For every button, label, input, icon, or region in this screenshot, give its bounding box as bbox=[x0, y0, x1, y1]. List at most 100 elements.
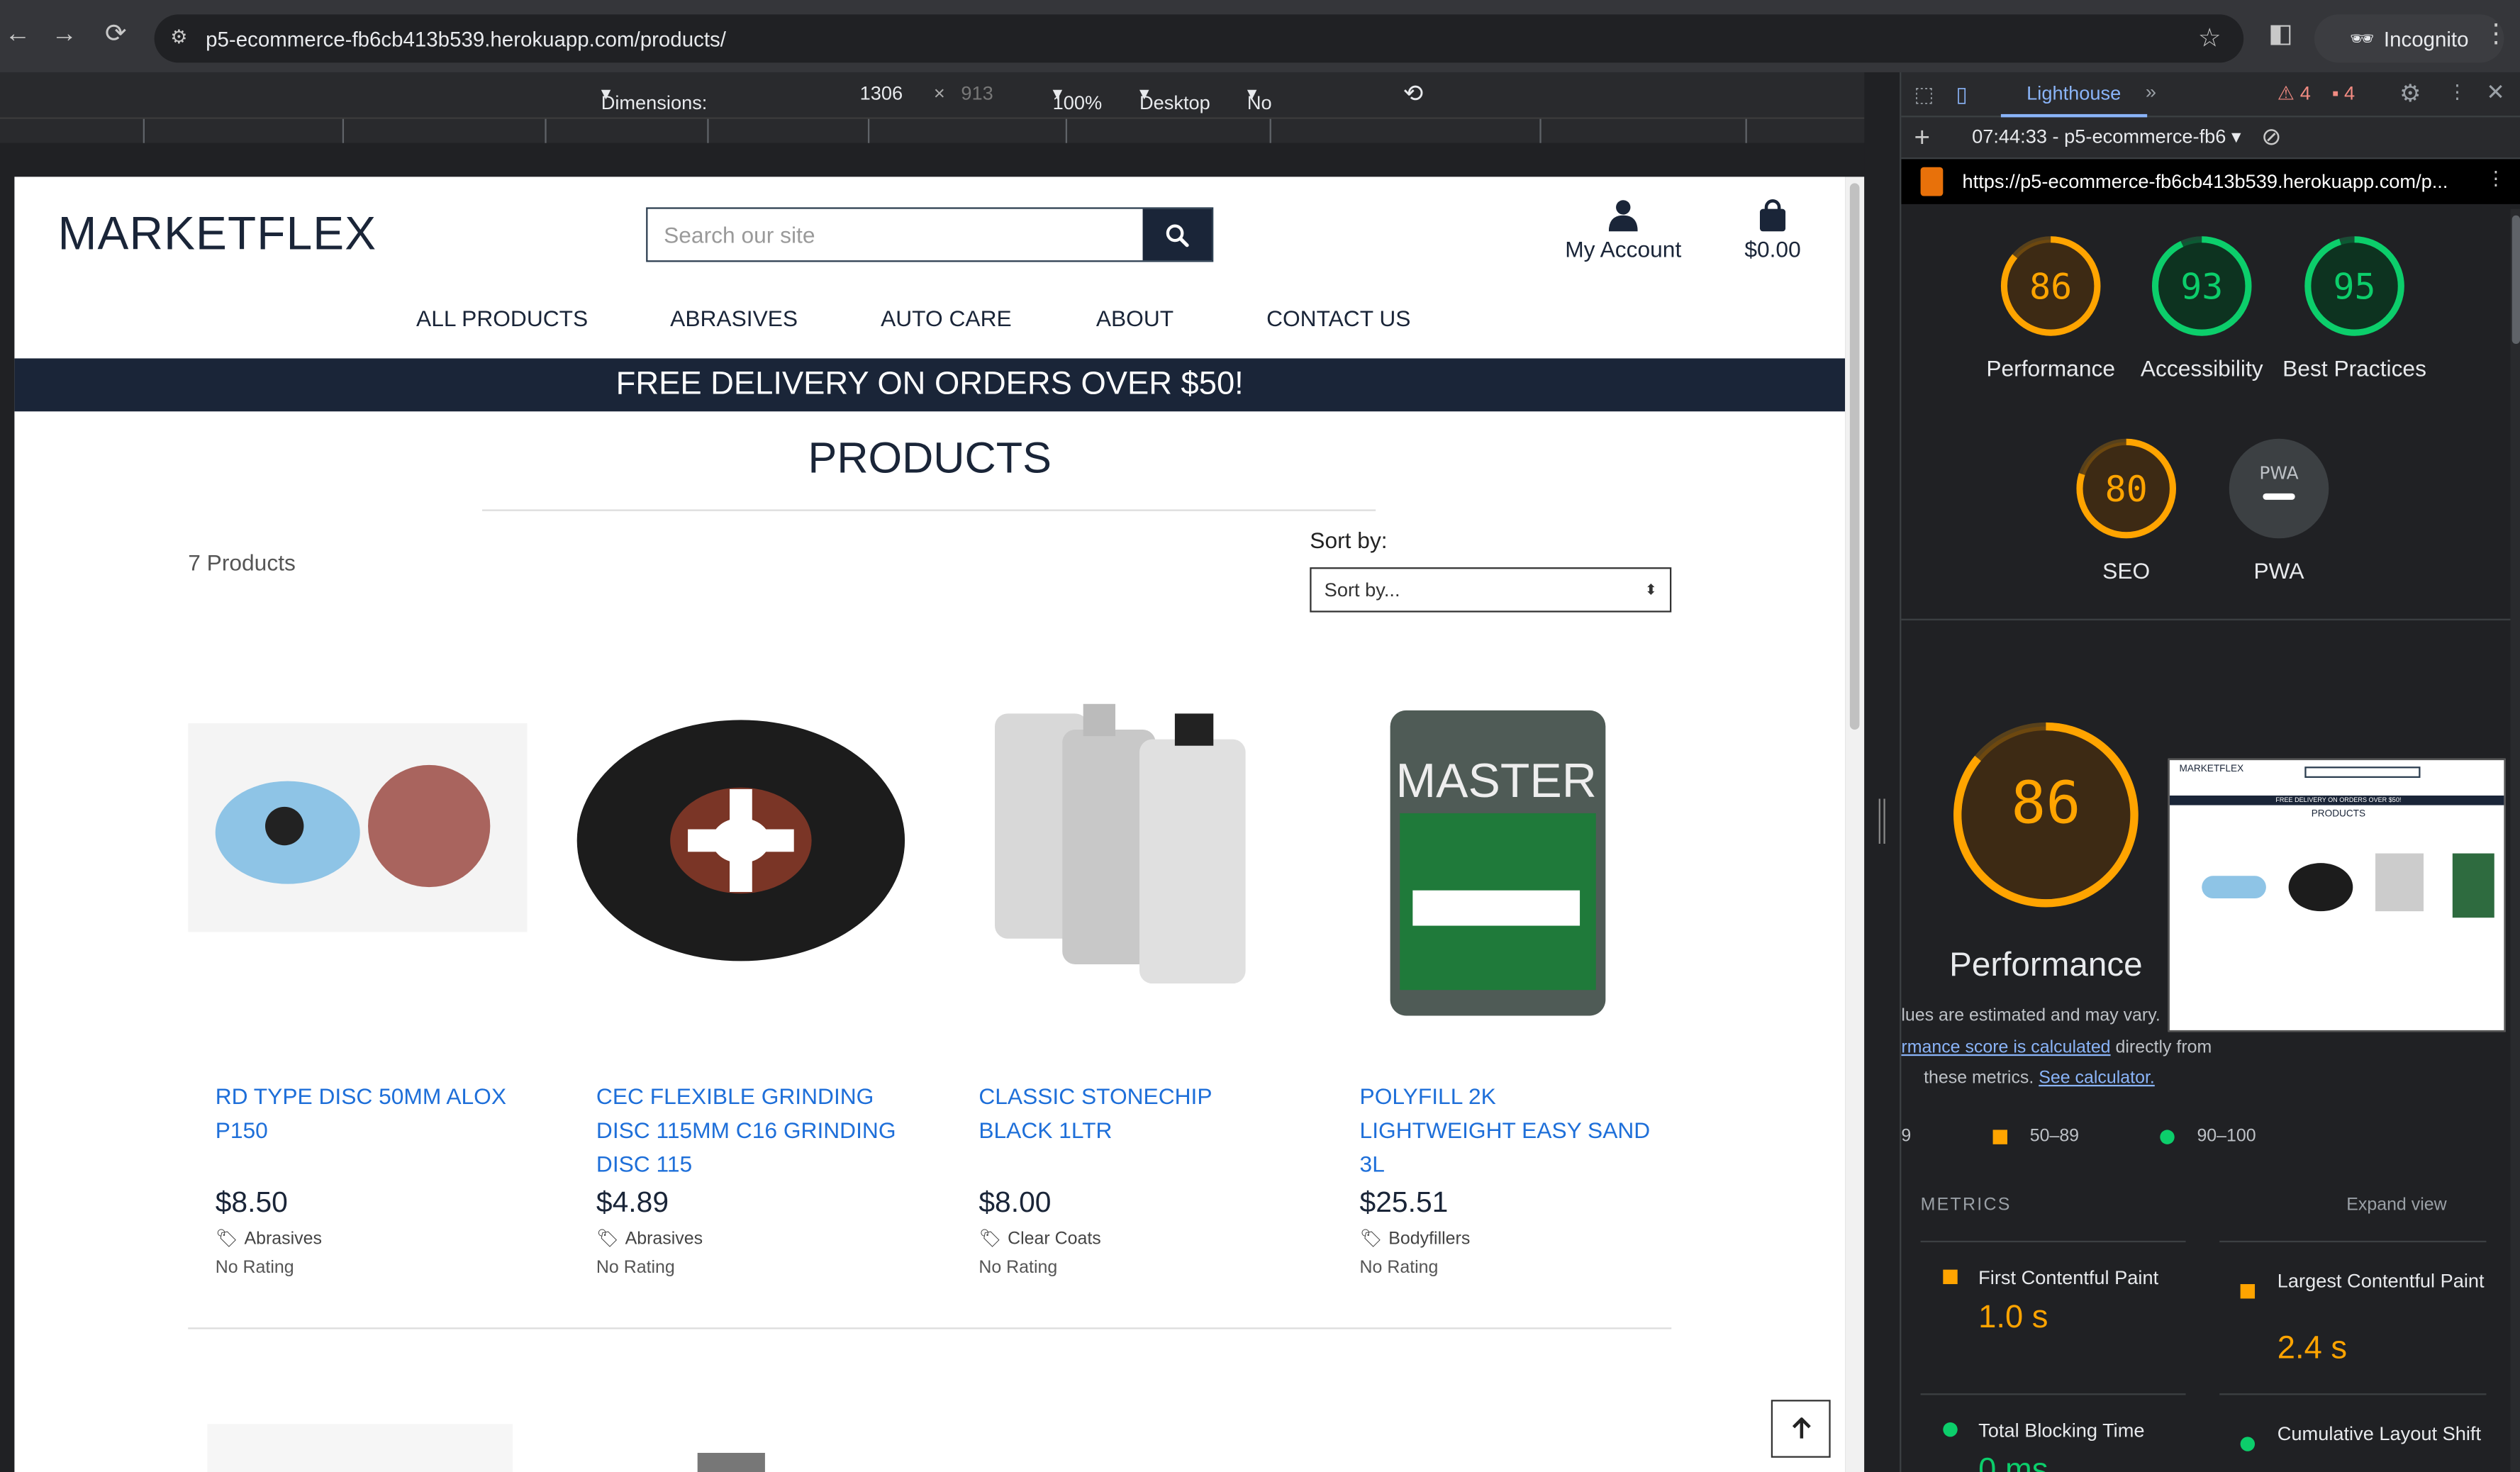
issues-badge[interactable]: ▪ 4 bbox=[2332, 82, 2355, 105]
warnings-badge[interactable]: ⚠ 4 bbox=[2278, 82, 2311, 105]
arrow-up-icon bbox=[1791, 1417, 1810, 1439]
product-category[interactable]: 🏷 Abrasives bbox=[216, 1228, 554, 1249]
legend-pass: 90–100 bbox=[2197, 1126, 2256, 1147]
product-image-stonechip[interactable] bbox=[979, 694, 1268, 984]
thumbnail-product bbox=[2375, 853, 2424, 912]
forward-icon[interactable]: → bbox=[50, 21, 79, 50]
settings-icon[interactable]: ⚙ bbox=[2399, 79, 2421, 108]
clear-icon[interactable]: ⊘ bbox=[2261, 122, 2282, 152]
final-screenshot-thumbnail[interactable]: MARKETFLEX FREE DELIVERY ON ORDERS OVER … bbox=[2168, 758, 2506, 1032]
new-report-icon[interactable]: + bbox=[1914, 122, 1931, 154]
my-account-label: My Account bbox=[1565, 236, 1682, 262]
tag-icon: 🏷 bbox=[1359, 1229, 1383, 1249]
product-card: CLASSIC STONECHIP BLACK 1LTR $8.00 🏷 Clea… bbox=[979, 1080, 1317, 1278]
gauge-pwa[interactable]: PWA bbox=[2228, 437, 2331, 548]
metric-status-circle-icon bbox=[2240, 1437, 2256, 1451]
incognito-badge[interactable]: 🕶 Incognito bbox=[2314, 14, 2504, 63]
metric-cls-label: Cumulative Layout Shift bbox=[2277, 1422, 2482, 1445]
product-name[interactable]: CLASSIC STONECHIP BLACK 1LTR bbox=[979, 1080, 1276, 1181]
throttling-dropdown[interactable]: No throttling ▾ bbox=[1247, 82, 1321, 137]
bookmark-star-icon[interactable]: ☆ bbox=[2198, 23, 2221, 55]
product-name[interactable]: CEC FLEXIBLE GRINDING DISC 115MM C16 GRI… bbox=[596, 1080, 902, 1181]
report-selector[interactable]: 07:44:33 - p5-ecommerce-fb6 ▾ bbox=[1972, 126, 2241, 148]
width-input[interactable]: 1306 bbox=[860, 82, 903, 105]
delivery-banner: FREE DELIVERY ON ORDERS OVER $50! bbox=[14, 358, 1846, 412]
device-type-dropdown[interactable]: Desktop ▾ bbox=[1139, 82, 1210, 114]
expand-view-toggle[interactable]: Expand view bbox=[2346, 1195, 2446, 1215]
site-logo[interactable]: MARKETFLEX bbox=[58, 209, 377, 262]
metric-lcp-value: 2.4 s bbox=[2277, 1330, 2348, 1366]
devtools-scrollbar[interactable] bbox=[2510, 208, 2520, 1472]
reload-icon[interactable]: ⟳ bbox=[101, 21, 130, 50]
nav-about[interactable]: ABOUT bbox=[1096, 306, 1173, 331]
thumbnail-banner: FREE DELIVERY ON ORDERS OVER $50! bbox=[2169, 795, 2504, 805]
lighthouse-toolbar: + 07:44:33 - p5-ecommerce-fb6 ▾ ⊘ bbox=[1901, 117, 2520, 160]
product-image-grinding-disc[interactable] bbox=[572, 701, 911, 971]
score-calculation-link[interactable]: rmance score is calculated bbox=[1901, 1038, 2110, 1057]
browser-menu-icon[interactable]: ⋮ bbox=[2482, 21, 2511, 50]
page-scrollbar[interactable] bbox=[1845, 177, 1865, 1472]
product-name[interactable]: POLYFILL 2K LIGHTWEIGHT EASY SAND 3L bbox=[1360, 1080, 1657, 1181]
product-rating: No Rating bbox=[215, 1258, 294, 1278]
devtools-panel: ⬚ ▯ Lighthouse » ⚠ 4 ▪ 4 ⚙ ⋮ ✕ + 07:44:3… bbox=[1900, 72, 2520, 1472]
gauge-accessibility[interactable]: 93 bbox=[2151, 235, 2253, 345]
media-query-ruler bbox=[0, 117, 1898, 145]
search-button[interactable] bbox=[1142, 208, 1212, 261]
product-category[interactable]: 🏷 Abrasives bbox=[596, 1228, 935, 1249]
product-rating: No Rating bbox=[596, 1258, 675, 1278]
panel-resizer[interactable] bbox=[1864, 72, 1900, 1472]
product-image-polyfill[interactable]: MASTER bbox=[1387, 701, 1609, 1022]
more-tabs-icon[interactable]: » bbox=[2146, 80, 2156, 103]
big-score: 86 bbox=[2011, 771, 2081, 837]
side-panel-icon[interactable]: ◧ bbox=[2266, 21, 2295, 50]
product-name[interactable]: RD TYPE DISC 50MM ALOX P150 bbox=[216, 1080, 513, 1181]
product-price: $8.00 bbox=[979, 1186, 1052, 1219]
metric-lcp-label: Largest Contentful Paint bbox=[2277, 1269, 2485, 1293]
my-account-link[interactable]: My Account bbox=[1551, 199, 1695, 262]
gauge-seo[interactable]: 80 bbox=[2075, 437, 2178, 548]
nav-auto-care[interactable]: AUTO CARE bbox=[881, 306, 1012, 331]
thumbnail-product bbox=[2202, 876, 2266, 899]
zoom-dropdown[interactable]: 100% ▾ bbox=[1053, 82, 1103, 114]
back-to-top-button[interactable] bbox=[1771, 1400, 1831, 1458]
gauge-label: PWA bbox=[2253, 557, 2304, 584]
tab-lighthouse[interactable]: Lighthouse bbox=[2000, 72, 2147, 118]
product-price: $8.50 bbox=[215, 1186, 288, 1219]
search-input[interactable]: Search our site bbox=[647, 209, 1142, 261]
svg-text:PWA: PWA bbox=[2259, 462, 2298, 483]
close-icon[interactable]: ✕ bbox=[2486, 79, 2505, 106]
report-url[interactable]: https://p5-ecommerce-fb6cb413b539.heroku… bbox=[1963, 170, 2448, 193]
gauge-best-practices[interactable]: 95 bbox=[2303, 235, 2406, 345]
metric-status-circle-icon bbox=[1943, 1422, 1958, 1437]
site-info-icon[interactable]: ⚙ bbox=[170, 26, 187, 48]
shopping-bag-link[interactable]: $0.00 bbox=[1734, 199, 1812, 262]
incognito-icon: 🕶 bbox=[2349, 27, 2375, 50]
nav-abrasives[interactable]: ABRASIVES bbox=[670, 306, 798, 331]
product-image-rd-disc[interactable] bbox=[188, 723, 528, 932]
score-ring: 93 bbox=[2151, 236, 2252, 336]
report-menu-icon[interactable]: ⋮ bbox=[2486, 167, 2505, 190]
product-category[interactable]: 🏷 Clear Coats bbox=[979, 1228, 1317, 1249]
dimension-separator: × bbox=[933, 82, 945, 105]
product-price: $25.51 bbox=[1359, 1186, 1449, 1219]
back-icon[interactable]: ← bbox=[4, 21, 33, 50]
performance-gauge-large: 86 bbox=[1949, 718, 2142, 911]
dimensions-dropdown[interactable]: Dimensions: Responsive ▾ bbox=[601, 82, 708, 137]
address-bar[interactable]: ⚙ p5-ecommerce-fb6cb413b539.herokuapp.co… bbox=[154, 14, 2244, 63]
lighthouse-icon bbox=[1920, 167, 1944, 196]
calculator-link[interactable]: See calculator. bbox=[2039, 1069, 2155, 1088]
devtools-menu-icon[interactable]: ⋮ bbox=[2448, 80, 2467, 103]
product-category[interactable]: 🏷 Bodyfillers bbox=[1360, 1228, 1699, 1249]
device-toggle-icon[interactable]: ▯ bbox=[1956, 82, 1967, 108]
nav-contact-us[interactable]: CONTACT US bbox=[1266, 306, 1410, 331]
thumbnail-product bbox=[2288, 863, 2353, 912]
section-divider bbox=[1901, 618, 2520, 620]
svg-text:80: 80 bbox=[2105, 469, 2148, 510]
height-input[interactable]: 913 bbox=[961, 82, 993, 105]
gauge-performance[interactable]: 86 bbox=[2000, 235, 2102, 345]
inspect-icon[interactable]: ⬚ bbox=[1914, 82, 1934, 108]
rotate-icon[interactable]: ⟲ bbox=[1403, 79, 1424, 108]
user-icon bbox=[1608, 200, 1638, 232]
sort-select[interactable]: Sort by... ⬍ bbox=[1310, 567, 1672, 613]
nav-all-products[interactable]: ALL PRODUCTS bbox=[416, 306, 588, 331]
